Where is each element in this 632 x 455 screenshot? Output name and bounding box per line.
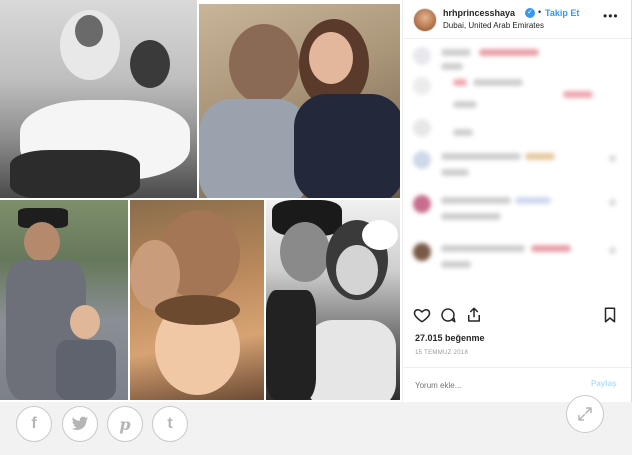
avatar[interactable] bbox=[413, 8, 437, 32]
pinterest-icon: p bbox=[119, 414, 131, 434]
photo-bw-father-son bbox=[0, 0, 197, 198]
facebook-icon: f bbox=[31, 415, 37, 432]
separator-dot: • bbox=[538, 7, 542, 17]
expand-button[interactable] bbox=[566, 395, 604, 433]
photo-collage[interactable] bbox=[0, 0, 402, 402]
verified-badge-icon: ✓ bbox=[525, 8, 535, 18]
comment-icon[interactable] bbox=[439, 306, 457, 324]
comment-box: Paylaş bbox=[403, 367, 631, 403]
photo-father-daughter bbox=[199, 4, 400, 198]
share-bar: f p t bbox=[0, 402, 632, 455]
pinterest-share-button[interactable]: p bbox=[107, 406, 143, 442]
comments-list[interactable] bbox=[403, 39, 631, 297]
facebook-share-button[interactable]: f bbox=[16, 406, 52, 442]
post-date: 15 TEMMUZ 2018 bbox=[415, 350, 469, 356]
follow-button[interactable]: Takip Et bbox=[545, 8, 579, 18]
twitter-icon bbox=[71, 416, 89, 431]
likes-count[interactable]: 27.015 beğenme bbox=[415, 333, 485, 343]
heart-icon[interactable] bbox=[413, 306, 431, 324]
expand-icon bbox=[578, 407, 592, 421]
more-horizontal-icon[interactable]: ••• bbox=[603, 9, 619, 23]
bookmark-icon[interactable] bbox=[601, 306, 619, 324]
photo-selfie-family bbox=[130, 200, 264, 400]
list-item bbox=[413, 147, 623, 183]
tumblr-icon: t bbox=[167, 415, 173, 432]
location-link[interactable]: Dubai, United Arab Emirates bbox=[443, 21, 544, 30]
comment-input[interactable] bbox=[413, 376, 577, 394]
twitter-share-button[interactable] bbox=[62, 406, 98, 442]
tumblr-share-button[interactable]: t bbox=[152, 406, 188, 442]
post-actions bbox=[403, 300, 631, 330]
list-item bbox=[413, 239, 623, 275]
share-icon[interactable] bbox=[465, 306, 483, 324]
photo-father-son-suits bbox=[0, 200, 128, 400]
list-item bbox=[413, 73, 623, 109]
post-panel: hrhprincesshaya ✓ • Takip Et Dubai, Unit… bbox=[402, 0, 631, 402]
list-item bbox=[413, 115, 623, 151]
post-comment-button[interactable]: Paylaş bbox=[591, 379, 616, 388]
photo-bw-father-daughter bbox=[266, 200, 400, 400]
username-link[interactable]: hrhprincesshaya bbox=[443, 8, 515, 18]
post-header: hrhprincesshaya ✓ • Takip Et Dubai, Unit… bbox=[403, 0, 631, 39]
list-item bbox=[413, 191, 623, 227]
